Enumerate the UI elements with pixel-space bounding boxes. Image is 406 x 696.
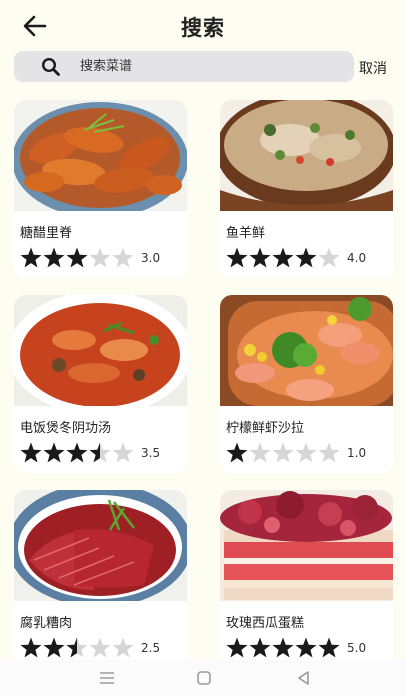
search-icon: [41, 57, 60, 76]
star-filled-icon: [272, 247, 294, 268]
star-empty-icon: [89, 637, 111, 658]
sweet-sour-pork-image: [14, 100, 187, 211]
star-filled-icon: [20, 637, 42, 658]
rose-watermelon-cake-image: [220, 490, 393, 601]
fermented-tofu-pork-image: [14, 490, 187, 601]
star-filled-icon: [295, 637, 317, 658]
fish-lamb-stew-image: [220, 100, 393, 211]
star-empty-icon: [112, 442, 134, 463]
star-filled-icon: [226, 442, 248, 463]
star-filled-icon: [249, 247, 271, 268]
star-filled-icon: [43, 442, 65, 463]
rating-score: 3.0: [141, 251, 161, 265]
recipe-grid: 糖醋里脊 3.0 鱼羊鲜 4.0 电饭煲冬阴功汤 3.5 柠檬鲜虾沙拉 1.0 …: [0, 100, 406, 660]
top-bar: 搜索: [0, 0, 406, 50]
tom-yum-soup-image: [14, 295, 187, 406]
search-input[interactable]: [80, 56, 340, 77]
rating-score: 2.5: [141, 641, 161, 655]
star-empty-icon: [295, 442, 317, 463]
recipe-name: 鱼羊鲜: [226, 226, 266, 241]
recipe-card[interactable]: 电饭煲冬阴功汤 3.5: [14, 295, 187, 473]
star-filled-icon: [249, 637, 271, 658]
star-filled-icon: [43, 247, 65, 268]
rating-score: 4.0: [347, 251, 367, 265]
recipe-name: 腐乳糟肉: [20, 616, 73, 631]
star-filled-icon: [318, 637, 340, 658]
rating-stars: [20, 247, 134, 268]
star-filled-icon: [295, 247, 317, 268]
cancel-button[interactable]: 取消: [359, 58, 387, 78]
search-bar[interactable]: [14, 51, 354, 82]
star-empty-icon: [112, 637, 134, 658]
recipe-card[interactable]: 柠檬鲜虾沙拉 1.0: [220, 295, 393, 473]
back-triangle-icon[interactable]: [294, 670, 314, 686]
star-filled-icon: [20, 247, 42, 268]
star-empty-icon: [318, 442, 340, 463]
menu-icon[interactable]: [97, 670, 117, 686]
recipe-card[interactable]: 鱼羊鲜 4.0: [220, 100, 393, 278]
home-square-icon[interactable]: [194, 670, 214, 686]
lemon-shrimp-salad-image: [220, 295, 393, 406]
recipe-card[interactable]: 腐乳糟肉 2.5: [14, 490, 187, 660]
rating-stars: [226, 247, 340, 268]
star-empty-icon: [272, 442, 294, 463]
recipe-name: 糖醋里脊: [20, 226, 73, 241]
system-nav-bar: [0, 660, 406, 696]
rating-score: 1.0: [347, 446, 367, 460]
page-title: 搜索: [181, 16, 225, 40]
star-filled-icon: [272, 637, 294, 658]
recipe-card[interactable]: 玫瑰西瓜蛋糕 5.0: [220, 490, 393, 660]
recipe-name: 柠檬鲜虾沙拉: [226, 421, 305, 436]
star-empty-icon: [89, 247, 111, 268]
star-empty-icon: [249, 442, 271, 463]
rating-stars: [226, 442, 340, 463]
rating-stars: [20, 442, 134, 463]
rating-score: 3.5: [141, 446, 161, 460]
rating-stars: [20, 637, 134, 658]
star-filled-icon: [20, 442, 42, 463]
rating-score: 5.0: [347, 641, 367, 655]
rating-stars: [226, 637, 340, 658]
star-empty-icon: [318, 247, 340, 268]
recipe-name: 玫瑰西瓜蛋糕: [226, 616, 305, 631]
star-filled-icon: [226, 247, 248, 268]
star-filled-icon: [226, 637, 248, 658]
star-filled-icon: [66, 247, 88, 268]
recipe-name: 电饭煲冬阴功汤: [20, 421, 112, 436]
star-filled-icon: [66, 442, 88, 463]
star-filled-icon: [43, 637, 65, 658]
star-empty-icon: [112, 247, 134, 268]
recipe-card[interactable]: 糖醋里脊 3.0: [14, 100, 187, 278]
